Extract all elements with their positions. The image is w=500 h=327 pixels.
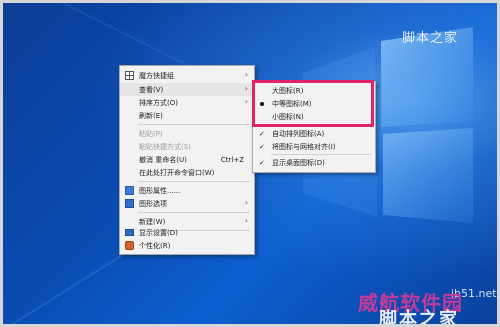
submenu-item-label: 自动排列图标(A) — [272, 129, 325, 138]
display-settings-icon — [125, 186, 134, 195]
submenu-item-align-grid[interactable]: ✓ 将图标与网格对齐(I) — [253, 140, 375, 153]
menu-item-personalize[interactable]: 个性化(R) — [120, 239, 254, 252]
submenu-item-large-icons[interactable]: 大图标(R) — [253, 84, 375, 97]
menu-divider — [271, 154, 371, 155]
menu-item-graphics-properties[interactable]: 图形属性...... — [120, 184, 254, 197]
personalize-icon — [125, 241, 134, 250]
desktop-background[interactable]: 脚本之家 魔方快捷组 › 查看(V) › 排序方式(O) › 刷新(E) 粘贴(… — [3, 3, 497, 327]
submenu-item-show-desktop-icons[interactable]: ✓ 显示桌面图标(D) — [253, 156, 375, 169]
checkmark-icon: ✓ — [259, 129, 265, 138]
menu-divider — [138, 124, 250, 125]
menu-item-label: 新建(W) — [139, 217, 166, 226]
view-submenu: 大图标(R) 中等图标(M) 小图标(N) ✓ 自动排列图标(A) ✓ 将图标与… — [252, 81, 376, 173]
chevron-right-icon: › — [244, 84, 248, 93]
menu-item-shortcut: Ctrl+Z — [220, 155, 244, 164]
chevron-right-icon: › — [244, 216, 248, 225]
submenu-item-auto-arrange[interactable]: ✓ 自动排列图标(A) — [253, 127, 375, 140]
watermark-top: 脚本之家 — [402, 31, 459, 46]
menu-item-label: 查看(V) — [139, 85, 164, 94]
menu-item-refresh[interactable]: 刷新(E) — [120, 109, 254, 122]
submenu-item-label: 中等图标(M) — [272, 99, 312, 108]
chevron-right-icon: › — [244, 198, 248, 207]
menu-item-display-settings[interactable]: 显示设置(D) — [120, 226, 254, 239]
watermark-bottom-sub: 脚本之家 — [379, 309, 459, 327]
menu-item-label: 在此处打开命令窗口(W) — [139, 168, 215, 177]
radio-bullet-icon — [260, 102, 264, 106]
graphics-options-icon — [125, 199, 134, 208]
submenu-item-small-icons[interactable]: 小图标(N) — [253, 110, 375, 123]
menu-item-view[interactable]: 查看(V) › — [120, 83, 254, 96]
menu-item-label: 魔方快捷组 — [139, 71, 174, 80]
menu-item-label: 排序方式(O) — [139, 98, 178, 107]
submenu-item-label: 小图标(N) — [272, 112, 304, 121]
submenu-item-label: 大图标(R) — [272, 86, 304, 95]
submenu-item-label: 显示桌面图标(D) — [272, 158, 325, 167]
menu-item-label: 图形属性...... — [139, 186, 181, 195]
menu-item-paste: 粘贴(P) — [120, 127, 254, 140]
menu-item-label: 图形选项 — [139, 199, 167, 208]
menu-item-graphics-options[interactable]: 图形选项 › — [120, 197, 254, 210]
menu-item-sort[interactable]: 排序方式(O) › — [120, 96, 254, 109]
menu-item-label: 显示设置(D) — [139, 228, 178, 237]
grid-icon — [125, 71, 134, 80]
menu-item-paste-shortcut: 粘贴快捷方式(S) — [120, 140, 254, 153]
submenu-item-medium-icons[interactable]: 中等图标(M) — [253, 97, 375, 110]
submenu-item-label: 将图标与网格对齐(I) — [272, 142, 336, 151]
menu-item-label: 粘贴(P) — [139, 129, 163, 138]
menu-item-label: 个性化(R) — [139, 241, 171, 250]
menu-item-undo-rename[interactable]: 撤消 重命名(U) Ctrl+Z — [120, 153, 254, 166]
menu-item-label: 刷新(E) — [139, 111, 163, 120]
desktop-context-menu: 魔方快捷组 › 查看(V) › 排序方式(O) › 刷新(E) 粘贴(P) 粘贴… — [119, 65, 255, 255]
menu-item-label: 撤消 重命名(U) — [139, 155, 187, 164]
checkmark-icon: ✓ — [259, 158, 265, 167]
menu-item-mofang[interactable]: 魔方快捷组 › — [120, 69, 254, 82]
menu-item-open-cmd[interactable]: 在此处打开命令窗口(W) — [120, 166, 254, 179]
menu-divider — [138, 212, 250, 213]
menu-item-label: 粘贴快捷方式(S) — [139, 142, 191, 151]
menu-divider — [138, 181, 250, 182]
monitor-icon — [125, 229, 134, 236]
screenshot-frame: 脚本之家 魔方快捷组 › 查看(V) › 排序方式(O) › 刷新(E) 粘贴(… — [0, 0, 500, 327]
checkmark-icon: ✓ — [259, 142, 265, 151]
chevron-right-icon: › — [244, 70, 248, 79]
chevron-right-icon: › — [244, 97, 248, 106]
